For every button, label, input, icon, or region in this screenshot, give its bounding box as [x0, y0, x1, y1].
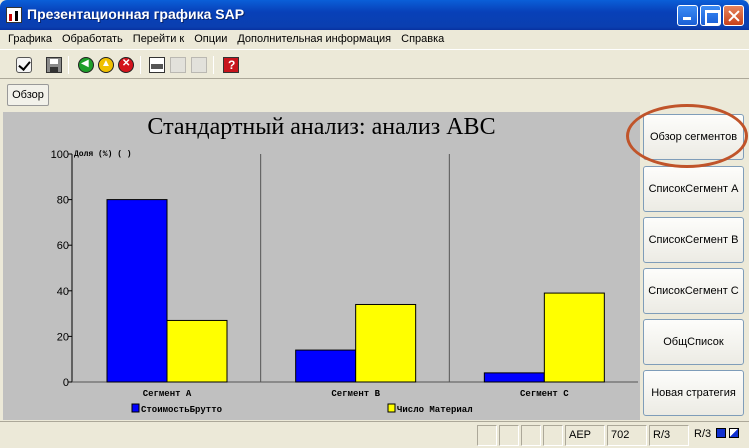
menu-edit[interactable]: Обработать [57, 30, 128, 48]
menu-goto[interactable]: Перейти к [128, 30, 189, 48]
status-client: 702 [607, 425, 647, 446]
toolbar-separator [68, 56, 69, 74]
close-button[interactable] [723, 5, 744, 26]
save-button[interactable] [43, 54, 63, 74]
check-button[interactable] [13, 54, 33, 74]
status-empty-cell [521, 425, 541, 446]
status-system: AEP [565, 425, 605, 446]
y-tick-label: 0 [63, 377, 69, 389]
print-icon [149, 57, 165, 73]
bar-gross-value [295, 349, 357, 383]
menu-bar: Графика Обработать Перейти к Опции Допол… [0, 30, 749, 48]
bar-gross-value [483, 372, 545, 383]
segment-a-list-button[interactable]: СписокСегмент A [643, 166, 744, 212]
menu-extras[interactable]: Дополнительная информация [232, 30, 396, 48]
legend-label: Число Материал [397, 405, 473, 415]
y-axis-label: Доля (%) ( ) [74, 150, 132, 159]
find-next-button[interactable] [188, 54, 208, 74]
bar-material-count [355, 303, 417, 383]
y-tick-label: 80 [57, 195, 69, 207]
save-icon [46, 57, 62, 73]
help-icon [223, 57, 239, 73]
y-tick-label: 100 [51, 149, 69, 161]
window-title: Презентационная графика SAP [27, 6, 245, 22]
status-empty-cell [543, 425, 563, 446]
chart-title: Стандартный анализ: анализ ABC [147, 114, 496, 140]
title-bar: Презентационная графика SAP [0, 0, 749, 30]
bar-gross-value [106, 199, 168, 383]
abc-chart: 0 20 40 60 80 100 Доля (%) ( ) Сегмент A Сегмент… [51, 149, 638, 415]
find-next-icon [191, 57, 207, 73]
find-icon [170, 57, 186, 73]
x-tick-label: Сегмент A [143, 389, 192, 399]
chart-area: 0 20 40 60 80 100 Доля (%) ( ) Сегмент A Сегмент… [3, 112, 640, 420]
bar-material-count [543, 292, 605, 383]
overview-button[interactable]: Обзор [7, 84, 49, 106]
menu-options[interactable]: Опции [189, 30, 232, 48]
status-release: R/3 [649, 425, 689, 446]
print-button[interactable] [146, 54, 166, 74]
maximize-button[interactable] [700, 5, 721, 26]
minimize-button[interactable] [677, 5, 698, 26]
toolbar-separator [213, 56, 214, 74]
segment-c-list-button[interactable]: СписокСегмент C [643, 268, 744, 314]
x-tick-label: Сегмент C [520, 389, 569, 399]
back-icon [78, 57, 94, 73]
cancel-button[interactable] [115, 54, 135, 74]
legend-label: СтоимостьБрутто [141, 405, 222, 415]
help-button[interactable] [220, 54, 240, 74]
sap-graphics-icon [6, 7, 22, 23]
cancel-icon [118, 57, 134, 73]
toolbar-separator [140, 56, 141, 74]
legend-swatch [387, 403, 396, 413]
exit-icon [98, 57, 114, 73]
status-empty-cell [477, 425, 497, 446]
y-tick-label: 60 [57, 240, 69, 252]
status-flag-icon [716, 428, 726, 438]
total-list-button[interactable]: ОбщСписок [643, 319, 744, 365]
legend-swatch [131, 403, 140, 413]
new-strategy-button[interactable]: Новая стратегия [643, 370, 744, 416]
status-empty-cell [499, 425, 519, 446]
menu-graphics[interactable]: Графика [3, 30, 57, 48]
x-tick-label: Сегмент B [331, 389, 380, 399]
y-tick-label: 20 [57, 331, 69, 343]
find-button[interactable] [167, 54, 187, 74]
bar-material-count [166, 319, 228, 383]
menu-help[interactable]: Справка [396, 30, 449, 48]
status-release-2: R/3 [694, 428, 712, 440]
segment-b-list-button[interactable]: СписокСегмент B [643, 217, 744, 263]
status-flag-icon [729, 428, 739, 438]
back-button[interactable] [75, 54, 95, 74]
y-tick-label: 40 [57, 286, 69, 298]
status-bar: AEP 702 R/3 R/3 [0, 421, 749, 448]
exit-button[interactable] [95, 54, 115, 74]
toolbar [0, 49, 749, 79]
check-icon [16, 57, 32, 73]
segment-overview-button[interactable]: Обзор сегментов [643, 114, 744, 160]
